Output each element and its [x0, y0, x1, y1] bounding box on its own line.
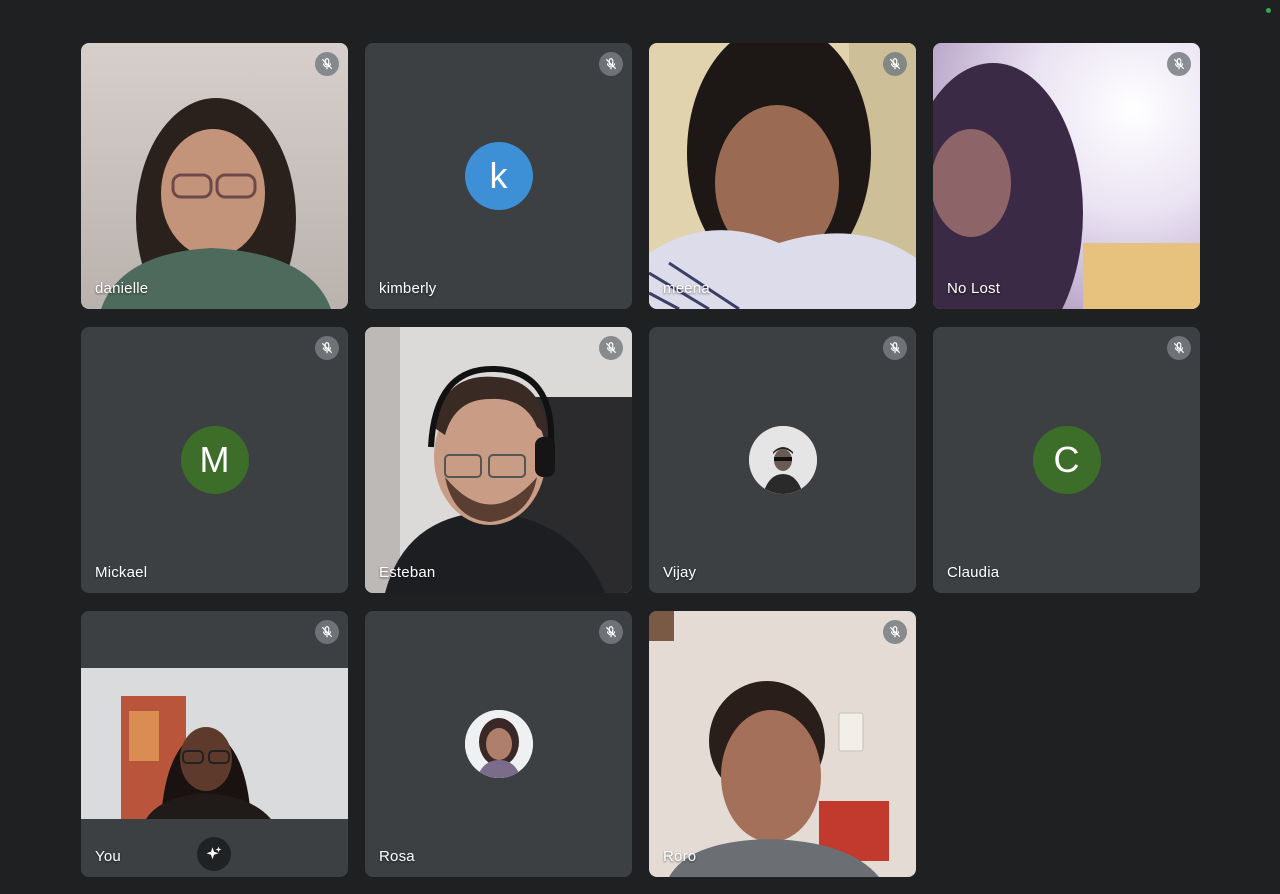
- microphone-muted-icon: [599, 52, 623, 76]
- participant-name: You: [95, 848, 121, 865]
- participant-tile-meena[interactable]: meena: [649, 43, 916, 309]
- avatar: [748, 426, 817, 494]
- profile-photo: [464, 710, 533, 778]
- participant-name: Roro: [663, 848, 697, 865]
- avatar: k: [464, 142, 533, 210]
- participant-tile-esteban[interactable]: Esteban: [365, 327, 632, 593]
- participant-tile-self[interactable]: You: [81, 611, 348, 877]
- microphone-muted-icon: [883, 336, 907, 360]
- participant-video: [649, 43, 916, 309]
- participant-video: [81, 43, 348, 309]
- meeting-stage: danielle k kimberly meena No Lost M Mick…: [0, 0, 1280, 894]
- microphone-muted-icon: [883, 620, 907, 644]
- participant-tile-kimberly[interactable]: k kimberly: [365, 43, 632, 309]
- microphone-muted-icon: [315, 52, 339, 76]
- avatar: M: [180, 426, 249, 494]
- microphone-muted-icon: [1167, 336, 1191, 360]
- microphone-muted-icon: [315, 620, 339, 644]
- participant-name: danielle: [95, 280, 149, 297]
- sparkle-icon: [206, 846, 222, 860]
- participant-tile-rosa[interactable]: Rosa: [365, 611, 632, 877]
- participant-name: Claudia: [947, 564, 1000, 581]
- participant-tile-claudia[interactable]: C Claudia: [933, 327, 1200, 593]
- participant-tile-roro[interactable]: Roro: [649, 611, 916, 877]
- avatar: [464, 710, 533, 778]
- participant-tile-vijay[interactable]: Vijay: [649, 327, 916, 593]
- connection-status-dot: [1266, 8, 1271, 13]
- participant-tile-mickael[interactable]: M Mickael: [81, 327, 348, 593]
- participant-name: Rosa: [379, 848, 415, 865]
- microphone-muted-icon: [315, 336, 339, 360]
- avatar: C: [1032, 426, 1101, 494]
- participant-name: kimberly: [379, 280, 437, 297]
- participant-video: [365, 327, 632, 593]
- participant-name: meena: [663, 280, 710, 297]
- participant-tile-danielle[interactable]: danielle: [81, 43, 348, 309]
- participant-name: Mickael: [95, 564, 148, 581]
- participant-name: Esteban: [379, 564, 436, 581]
- participant-tile-no-lost[interactable]: No Lost: [933, 43, 1200, 309]
- participant-name: Vijay: [663, 564, 697, 581]
- microphone-muted-icon: [1167, 52, 1191, 76]
- participant-video: [933, 43, 1200, 309]
- effects-button[interactable]: [197, 837, 231, 871]
- participant-video: [649, 611, 916, 877]
- profile-photo: [748, 426, 817, 494]
- participant-name: No Lost: [947, 280, 1001, 297]
- microphone-muted-icon: [599, 336, 623, 360]
- microphone-muted-icon: [883, 52, 907, 76]
- microphone-muted-icon: [599, 620, 623, 644]
